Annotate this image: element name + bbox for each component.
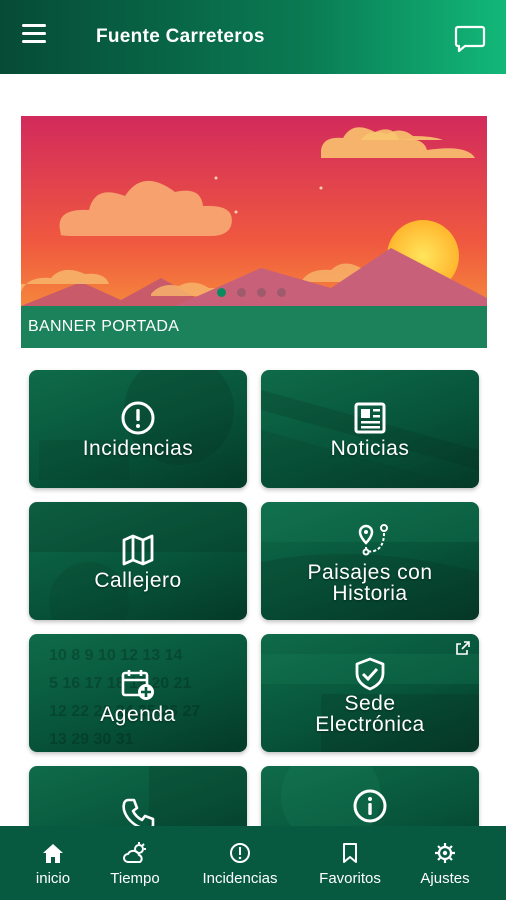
calendar-add-icon <box>120 668 156 707</box>
hamburger-menu-icon[interactable] <box>22 24 52 52</box>
home-icon <box>41 842 65 869</box>
banner-caption-text: BANNER PORTADA <box>28 318 180 335</box>
newspaper-icon <box>352 400 388 441</box>
page-title: Fuente Carreteros <box>96 26 265 47</box>
banner-carousel[interactable]: BANNER PORTADA <box>21 116 487 348</box>
alert-circle-icon <box>229 842 251 869</box>
tile-agenda[interactable]: 10 8 9 10 12 13 14 5 16 17 18 19 20 21 1… <box>29 634 247 752</box>
carousel-dot[interactable] <box>257 288 266 297</box>
tab-incidencias[interactable]: Incidencias <box>192 826 288 900</box>
tile-label-line1: Paisajes con <box>307 561 433 584</box>
tile-noticias[interactable]: Noticias <box>261 370 479 488</box>
carousel-dots <box>217 288 286 297</box>
tile-label: Incidencias <box>82 437 194 460</box>
map-icon <box>120 532 156 573</box>
tab-label: Favoritos <box>319 870 381 887</box>
weather-icon <box>122 842 148 869</box>
tile-label-line2: Historia <box>332 582 408 605</box>
carousel-dot[interactable] <box>237 288 246 297</box>
info-circle-icon <box>352 788 388 829</box>
tile-label: Callejero <box>94 569 182 592</box>
tab-label: Incidencias <box>202 870 278 887</box>
tab-label: inicio <box>35 870 71 887</box>
carousel-dot[interactable] <box>277 288 286 297</box>
tile-callejero[interactable]: Callejero <box>29 502 247 620</box>
tab-inicio[interactable]: inicio <box>20 826 86 900</box>
app-header: Fuente Carreteros <box>0 0 506 74</box>
bookmark-icon <box>341 842 359 869</box>
carousel-dot[interactable] <box>217 288 226 297</box>
svg-text:13 29 30 31: 13 29 30 31 <box>49 731 134 748</box>
shield-check-icon <box>352 656 388 697</box>
tile-paisajes-con-historia[interactable]: Paisajes con Historia <box>261 502 479 620</box>
alert-circle-icon <box>120 400 156 441</box>
tab-label: Ajustes <box>420 870 470 887</box>
tile-label-line2: Electrónica <box>315 713 425 736</box>
tile-incidencias[interactable]: Incidencias <box>29 370 247 488</box>
tab-favoritos[interactable]: Favoritos <box>308 826 392 900</box>
tile-sede-electronica[interactable]: Sede Electrónica <box>261 634 479 752</box>
external-link-icon <box>455 640 471 661</box>
chat-bubble-icon[interactable] <box>454 24 486 54</box>
banner-caption: BANNER PORTADA <box>21 306 487 348</box>
svg-text:10 8 9 10 12 13 14: 10 8 9 10 12 13 14 <box>49 647 183 664</box>
route-pin-icon <box>348 522 392 563</box>
tab-label: Tiempo <box>110 870 160 887</box>
tab-ajustes[interactable]: Ajustes <box>410 826 480 900</box>
tab-tiempo[interactable]: Tiempo <box>100 826 170 900</box>
tile-label-line1: Sede <box>344 692 396 715</box>
tile-label: Noticias <box>330 437 410 460</box>
tile-label: Agenda <box>100 703 176 726</box>
gear-icon <box>434 842 456 869</box>
bottom-tab-bar: inicio Tiempo Incidencias Favoritos Ajus… <box>0 826 506 900</box>
